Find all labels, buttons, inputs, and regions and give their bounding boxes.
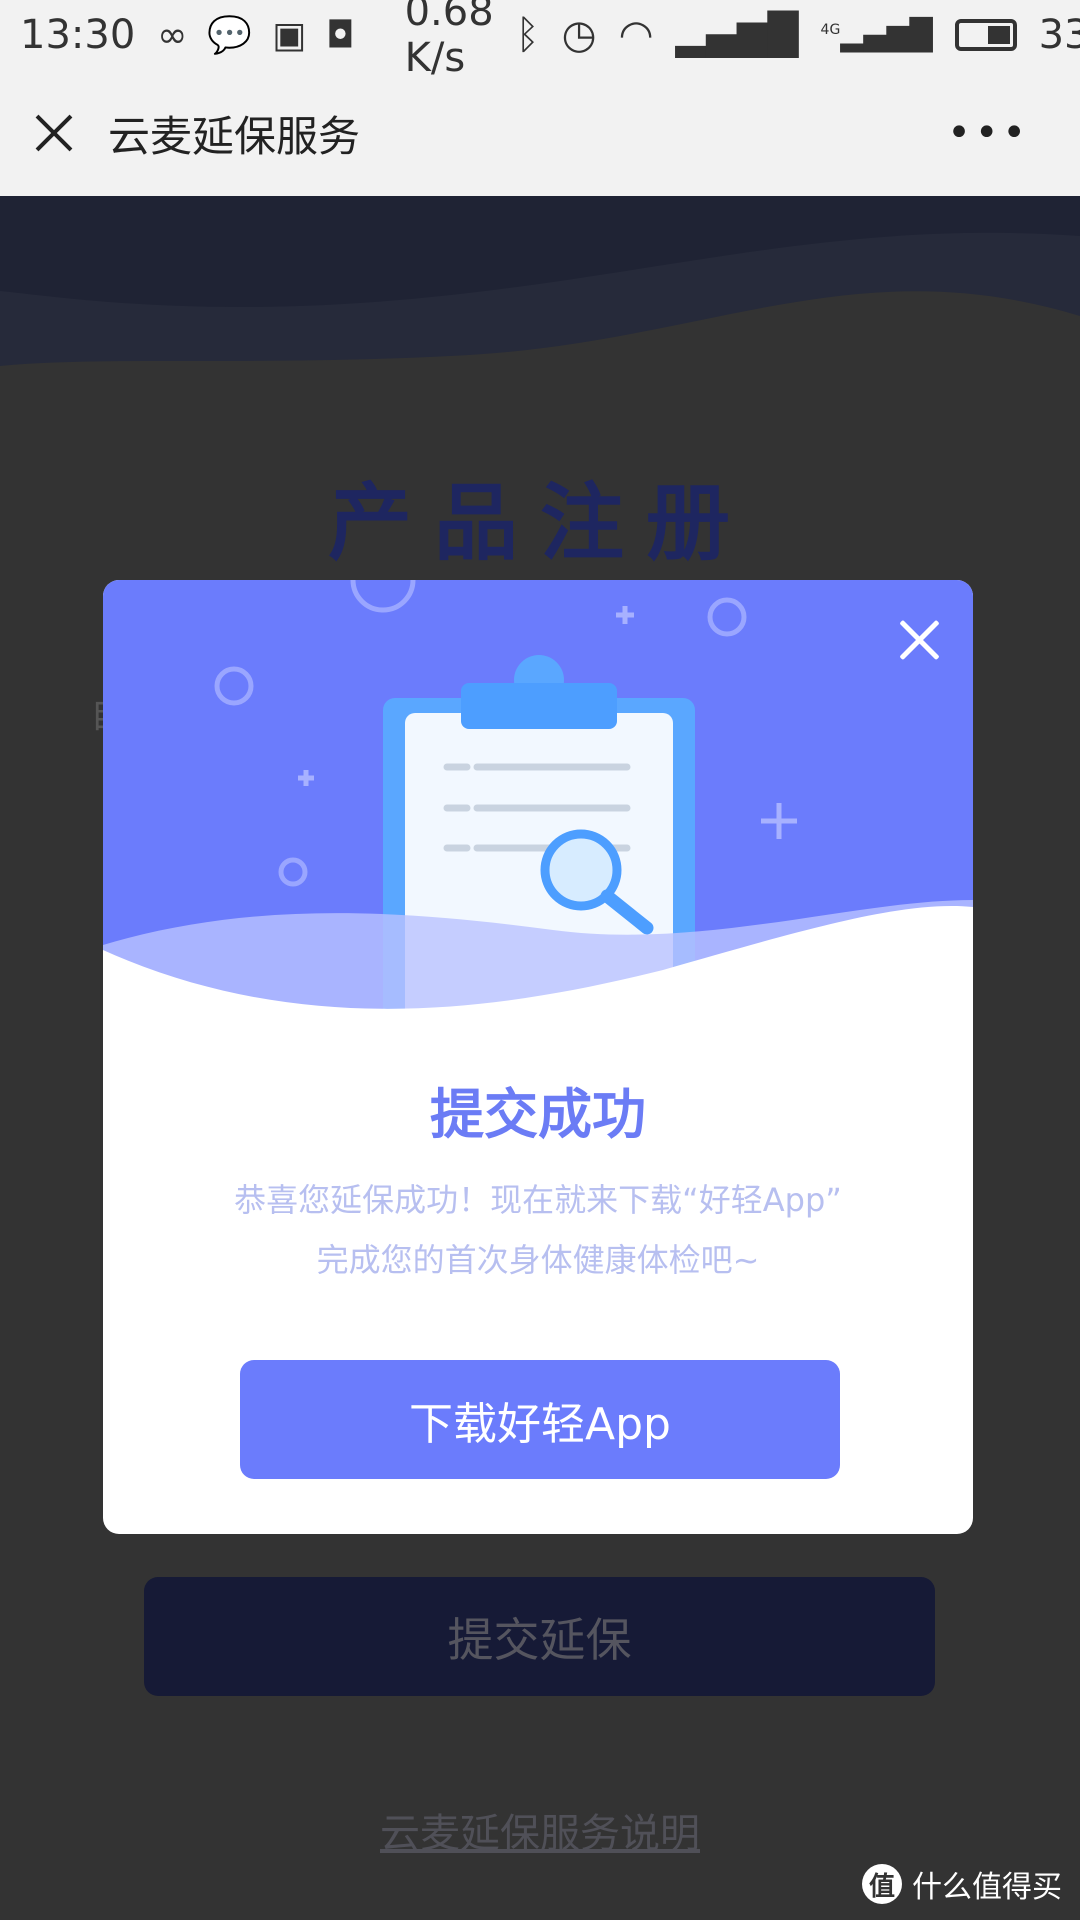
hero-background — [0, 196, 1080, 416]
signal-4g-icon: 4G▂▄▆█ — [820, 17, 933, 53]
alarm-icon: ◷ — [561, 12, 597, 58]
infinity-icon: ∞ — [157, 14, 188, 56]
battery-level: 33 — [1038, 12, 1080, 58]
dialog-close-icon[interactable] — [893, 614, 945, 666]
registration-title: 产品注册 — [327, 474, 752, 572]
status-time: 13:30 — [20, 12, 136, 58]
dialog-message-line: 完成您的首次身体健康体检吧~ — [316, 1241, 760, 1279]
download-app-button[interactable]: 下载好轻App — [240, 1360, 840, 1479]
chat-bubble-icon: 💬 — [207, 15, 253, 56]
net-speed: 0.68 K/s — [404, 0, 494, 81]
dialog-message: 恭喜您延保成功！现在就来下载“好轻App” 完成您的首次身体健康体检吧~ — [103, 1170, 973, 1290]
battery-icon — [954, 19, 1017, 51]
success-dialog: 提交成功 恭喜您延保成功！现在就来下载“好轻App” 完成您的首次身体健康体检吧… — [103, 580, 973, 1534]
bluetooth-icon: ᛒ — [515, 12, 540, 58]
status-bar: 13:30 ∞ 💬 ▣ ◘ 0.68 K/s ᛒ ◷ ◠ ▂▄▆█ 4G▂▄▆█… — [0, 0, 1080, 81]
watermark: 值 什么值得买 — [862, 1862, 1062, 1906]
nav-bar: 云麦延保服务 ••• — [0, 70, 1080, 196]
close-icon[interactable] — [24, 103, 84, 163]
service-description-link[interactable]: 云麦延保服务说明 — [0, 1801, 1080, 1859]
dialog-message-line: 恭喜您延保成功！现在就来下载“好轻App” — [234, 1181, 842, 1219]
page-title: 云麦延保服务 — [108, 111, 361, 161]
smzdm-logo: 值 — [862, 1864, 902, 1904]
clipboard-illustration — [103, 580, 973, 1040]
more-menu-button[interactable]: ••• — [947, 110, 1030, 156]
signal-icon: ▂▄▆█ — [675, 12, 799, 58]
dialog-title: 提交成功 — [430, 1083, 646, 1146]
wifi-icon: ◠ — [618, 12, 654, 58]
watermark-text: 什么值得买 — [912, 1870, 1062, 1905]
gallery-icon: ▣ — [272, 14, 307, 56]
qq-icon: ◘ — [326, 14, 355, 56]
submit-warranty-button[interactable]: 提交延保 — [144, 1577, 935, 1696]
